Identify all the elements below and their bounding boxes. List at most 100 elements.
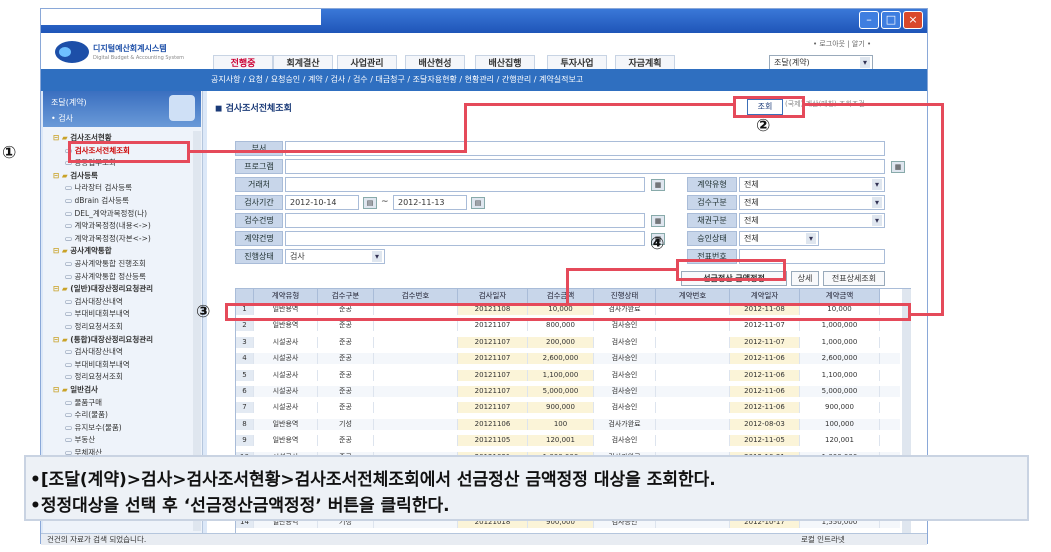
- close-icon[interactable]: ×: [903, 11, 923, 29]
- table-cell: [374, 386, 458, 397]
- column-header[interactable]: 검수구분: [318, 289, 374, 303]
- sidebar-item[interactable]: ▭ dBrain 검사등록: [65, 196, 129, 206]
- jaegwon-select[interactable]: 전체: [739, 213, 885, 228]
- date-from-field[interactable]: 2012-10-14: [285, 195, 359, 210]
- callout-box-row: [225, 303, 911, 321]
- callout-1: ①: [2, 143, 17, 163]
- table-cell: 준공: [318, 336, 374, 348]
- table-cell: 20121105: [458, 435, 528, 447]
- top-links[interactable]: • 로그아웃 | 알기 •: [813, 39, 871, 49]
- calendar-icon[interactable]: ▤: [363, 197, 377, 209]
- maximize-icon[interactable]: □: [881, 11, 901, 29]
- table-cell: 시설공사: [254, 353, 318, 365]
- table-cell: [656, 418, 730, 430]
- status-zone: 로컬 인트라넷: [801, 535, 845, 544]
- table-cell: 검사승인: [594, 369, 656, 381]
- sidebar-item-label: 공사계약통합: [70, 246, 112, 256]
- contract-label: 계약건명: [235, 231, 283, 246]
- table-row[interactable]: 5 시설공사 준공 20121107 1,100,000 검사승인 2012-11-06 1,…: [236, 369, 900, 381]
- sidebar-item[interactable]: ⊟ ▰ (일반)대장산정리요청관리: [53, 284, 153, 294]
- callout-line: [805, 103, 943, 106]
- row-index: 5: [236, 369, 254, 381]
- column-header[interactable]: 계약유형: [254, 289, 318, 303]
- table-cell: 1,000,000: [800, 320, 880, 332]
- sidebar-item-label: 검사대장산내역: [74, 296, 123, 306]
- sidebar-item[interactable]: ▭ 수리(물품): [65, 410, 108, 420]
- dept-label: 부서: [235, 141, 283, 156]
- sidebar-item[interactable]: ▭ 검사대장산내역: [65, 297, 123, 307]
- sidebar-item[interactable]: ⊟ ▰ (통합)대장산정리요청관리: [53, 335, 153, 345]
- sidebar-item[interactable]: ▭ 나라장터 검사등록: [65, 183, 132, 193]
- program-field[interactable]: [285, 159, 885, 174]
- subject-label: 검수건명: [235, 213, 283, 228]
- sidebar-item[interactable]: ▭ 정리요청서조회: [65, 322, 123, 332]
- sidebar-item[interactable]: ⊟ ▰ 공사계약통합: [53, 246, 112, 256]
- table-cell: 2012-11-07: [730, 336, 800, 348]
- table-row[interactable]: 2 일반용역 준공 20121107 800,000 검사승인 2012-11-07 1,00…: [236, 320, 900, 332]
- table-row[interactable]: 8 일반용역 기성 20121106 100 검사가완료 2012-08-03 100,000: [236, 418, 900, 430]
- sidebar-item[interactable]: ▭ DEL_계약과목정정(나): [65, 209, 147, 219]
- vendor-field[interactable]: [285, 177, 645, 192]
- sidebar-item[interactable]: ⊟ ▰ 일반검사: [53, 385, 98, 395]
- table-cell: [656, 402, 730, 414]
- column-header[interactable]: 계약일자: [730, 289, 800, 303]
- table-cell: 5,000,000: [800, 386, 880, 397]
- sidebar-item[interactable]: ▭ 부대비대회부내역: [65, 309, 130, 319]
- sidebar-item-label: 물품구매: [74, 397, 103, 407]
- status-select[interactable]: 검사: [285, 249, 385, 264]
- date-to-field[interactable]: 2012-11-13: [393, 195, 467, 210]
- sidebar-item[interactable]: ▭ 계약과목정정(내용<->): [65, 221, 151, 231]
- contract-field[interactable]: [285, 231, 645, 246]
- sidebar-item[interactable]: ▭ 공사계약통합 진행조회: [65, 259, 146, 269]
- sidebar-item-label: 계약과목정정(내용<->): [74, 221, 151, 231]
- minimize-icon[interactable]: –: [859, 11, 879, 29]
- title-bar: – □ ×: [41, 9, 927, 33]
- vendor-lookup-icon[interactable]: ▦: [651, 179, 665, 191]
- sidebar-item[interactable]: ▭ 유지보수(물품): [65, 423, 122, 433]
- sidebar-item[interactable]: ▭ 공사계약통합 정산등록: [65, 272, 146, 282]
- voucher-detail-button[interactable]: 전표상세조회: [823, 271, 885, 286]
- table-cell: 시설공사: [254, 402, 318, 414]
- column-header[interactable]: 검수번호: [374, 289, 458, 303]
- subject-lookup-icon[interactable]: ▦: [651, 215, 665, 227]
- sidebar-item-label: 정리요청서조회: [74, 322, 123, 331]
- sidebar-item[interactable]: ▭ 부동산: [65, 435, 95, 445]
- table-row[interactable]: 6 시설공사 준공 20121107 5,000,000 검사승인 2012-11-06 5,…: [236, 386, 900, 397]
- calendar-icon[interactable]: ▤: [471, 197, 485, 209]
- table-cell: 준공: [318, 386, 374, 397]
- subject-field[interactable]: [285, 213, 645, 228]
- dept-field[interactable]: [285, 141, 885, 156]
- table-cell: 준공: [318, 402, 374, 414]
- detail-button[interactable]: 상세: [791, 271, 819, 286]
- folder-icon: ⊟ ▰: [53, 246, 71, 256]
- table-cell: [656, 320, 730, 332]
- ctype-select[interactable]: 전체: [739, 177, 885, 192]
- sidebar-item[interactable]: ▭ 검사대장산내역: [65, 347, 123, 357]
- table-cell: 검사승인: [594, 336, 656, 348]
- table-row[interactable]: 4 시설공사 준공 20121107 2,600,000 검사승인 2012-11-06 2,…: [236, 353, 900, 365]
- sidebar-item[interactable]: ▭ 부대비대회부내역: [65, 360, 130, 370]
- column-header[interactable]: 계약번호: [656, 289, 730, 303]
- table-cell: 2012-08-03: [730, 418, 800, 430]
- column-header[interactable]: 검수금액: [528, 289, 594, 303]
- program-lookup-icon[interactable]: ▦: [891, 161, 905, 173]
- table-cell: 20121107: [458, 369, 528, 381]
- sub-navigation[interactable]: 공지사항 / 요청 / 요청승인 / 계약 / 검사 / 검수 / 대금청구 /…: [41, 69, 927, 91]
- sidebar-item[interactable]: ▭ 계약과목정정(자본<->): [65, 234, 151, 244]
- sidebar-item[interactable]: ▭ 정리요청서조회: [65, 372, 123, 382]
- column-header[interactable]: 계약금액: [800, 289, 880, 303]
- column-header[interactable]: 진행상태: [594, 289, 656, 303]
- table-row[interactable]: 9 일반용역 준공 20121105 120,001 검사승인 2012-11-05 120,…: [236, 435, 900, 447]
- ctype-label: 계약유형: [687, 177, 737, 192]
- gubun-select[interactable]: 전체: [739, 195, 885, 210]
- sidebar-item[interactable]: ⊟ ▰ 검사등록: [53, 171, 98, 181]
- table-cell: 20121106: [458, 418, 528, 430]
- sidebar-item[interactable]: ▭ 물품구매: [65, 398, 102, 408]
- callout-line: [568, 268, 676, 271]
- table-row[interactable]: 3 시설공사 준공 20121107 200,000 검사승인 2012-11-07 1,00…: [236, 336, 900, 348]
- approve-select[interactable]: 전체: [739, 231, 819, 246]
- row-index: 2: [236, 320, 254, 332]
- table-row[interactable]: 7 시설공사 준공 20121107 900,000 검사승인 2012-11-06 900,…: [236, 402, 900, 414]
- period-label: 검사기간: [235, 195, 283, 210]
- column-header[interactable]: 검사일자: [458, 289, 528, 303]
